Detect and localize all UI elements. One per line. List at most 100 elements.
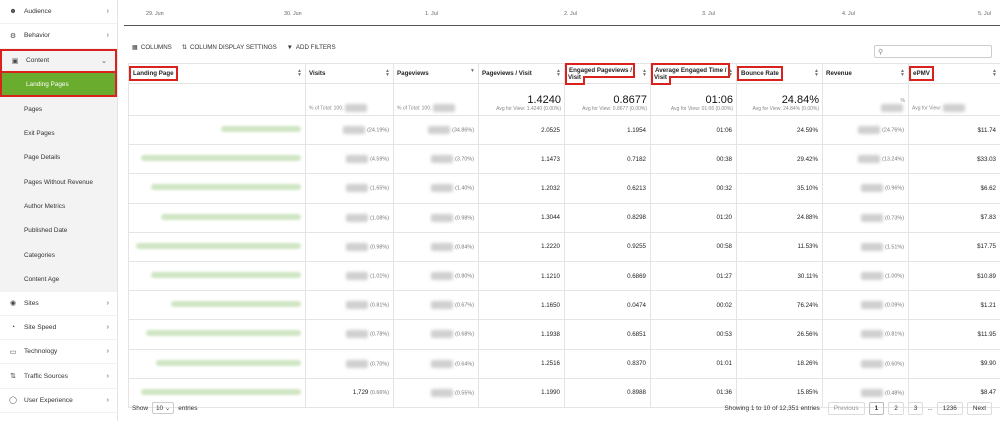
visits-cell: (0.81%) (305, 290, 394, 321)
redacted-url[interactable] (221, 126, 301, 133)
table-row[interactable]: (0.81%) (0.67%) 1.1650 0.0474 00:02 76.24% (0.… (128, 290, 1000, 321)
column-header-average-engaged-time[interactable]: Average Engaged Time / Visit ▲ ▼ (650, 62, 737, 85)
redacted-value (431, 301, 454, 310)
table-body: (24.19%) (34.86%) 2.0525 1.1954 01:06 24.59% (… (128, 114, 1000, 408)
sidebar-subitem-author-metrics[interactable]: Author Metrics (0, 194, 117, 219)
bounce-rate-value: 29.42% (797, 155, 818, 163)
timeline-label: 29. Jun (146, 11, 164, 17)
sidebar-subitem-page-details[interactable]: Page Details (0, 145, 117, 171)
engaged-time-cell: 00:32 (650, 173, 737, 204)
entries-select[interactable]: 10 ⌄ (152, 402, 175, 414)
sidebar: ☻ Audience › ⚙ Behavior › ▣ Content ⌄ La… (0, 0, 118, 421)
column-header-revenue[interactable]: Revenue ▲ ▼ (822, 63, 909, 84)
redacted-url[interactable] (141, 388, 301, 395)
redacted-url[interactable] (161, 213, 301, 220)
header-label: Landing Page (129, 66, 178, 81)
redacted-url[interactable] (141, 155, 301, 162)
entries-label: entries (178, 404, 198, 412)
sidebar-subitem-content-age[interactable]: Content Age (0, 267, 117, 292)
table-row[interactable]: (1.65%) (1.40%) 1.2032 0.6213 00:32 35.10% (0.… (128, 173, 1000, 204)
pagination: Showing 1 to 10 of 12,351 entries Previo… (725, 401, 992, 415)
header-label: Engaged Pageviews / Visit (565, 62, 635, 85)
sidebar-item-behavior[interactable]: ⚙ Behavior › (0, 24, 117, 49)
redacted-value (861, 242, 884, 251)
bounce-rate-value: 18.26% (797, 360, 818, 368)
page-button[interactable]: 1 (868, 401, 885, 415)
landing-page-cell[interactable] (128, 319, 306, 350)
redacted-url[interactable] (151, 272, 301, 279)
header-label: Pageviews / Visit (482, 70, 532, 77)
column-header-pageviews-per-visit[interactable]: Pageviews / Visit ▲ ▼ (478, 63, 565, 84)
column-header-bounce-rate[interactable]: Bounce Rate ▲ ▼ (736, 63, 823, 84)
landing-page-cell[interactable] (128, 202, 306, 233)
sidebar-item-audience[interactable]: ☻ Audience › (0, 0, 117, 25)
table-row[interactable]: (1.08%) (0.98%) 1.3044 0.8298 01:20 24.88% (0.… (128, 202, 1000, 233)
sidebar-item-label: Traffic Sources (24, 372, 68, 380)
column-header-pageviews[interactable]: Pageviews ▼ (393, 63, 479, 84)
search-input[interactable]: ⚲ (874, 45, 992, 58)
table-row[interactable]: (24.19%) (34.86%) 2.0525 1.1954 01:06 24.59% (… (128, 114, 1000, 146)
previous-button[interactable]: Previous (827, 401, 865, 415)
sidebar-subitem-exit-pages[interactable]: Exit Pages (0, 121, 117, 146)
sidebar-item-content[interactable]: ▣ Content ⌄ (0, 48, 117, 73)
redacted-value (432, 104, 455, 112)
landing-page-cell[interactable] (128, 231, 306, 262)
bounce-rate-value: 35.10% (797, 184, 818, 192)
column-header-landing-page[interactable]: Landing Page ▲ ▼ (128, 63, 306, 84)
visits-cell: (24.19%) (305, 114, 394, 146)
sidebar-subitem-categories[interactable]: Categories (0, 242, 117, 268)
table-row[interactable]: (0.98%) (0.84%) 1.2220 0.9255 00:58 11.53% (1.… (128, 231, 1000, 262)
sidebar-subitem-landing-pages[interactable]: Landing Pages (0, 72, 117, 98)
sidebar-item-traffic-sources[interactable]: ⇅ Traffic Sources › (0, 364, 117, 389)
redacted-value (431, 330, 454, 339)
landing-page-cell[interactable] (128, 114, 306, 146)
column-header-epmv[interactable]: ePMV ▲ ▼ (908, 63, 1000, 84)
sidebar-item-technology[interactable]: ▭ Technology › (0, 340, 117, 365)
column-display-settings-button[interactable]: ⇅ COLUMN DISPLAY SETTINGS (182, 44, 277, 51)
chevron-right-icon: › (106, 324, 109, 331)
landing-page-cell[interactable] (128, 144, 306, 175)
sidebar-subitem-pages[interactable]: Pages (0, 97, 117, 122)
table-row[interactable]: (0.78%) (0.68%) 1.1938 0.6851 00:53 26.56% (0.… (128, 319, 1000, 350)
column-header-visits[interactable]: Visits ▲ ▼ (305, 63, 394, 84)
engaged-time-cell: 00:58 (650, 231, 737, 262)
redacted-url[interactable] (171, 301, 301, 308)
columns-button[interactable]: ▦ COLUMNS (132, 44, 172, 51)
pageviews-per-visit-cell: 1.2220 (478, 231, 565, 262)
landing-page-cell[interactable] (128, 260, 306, 292)
landing-page-cell[interactable] (128, 348, 306, 379)
visits-cell: (1.08%) (305, 202, 394, 233)
redacted-url[interactable] (151, 184, 301, 191)
redacted-url[interactable] (136, 242, 301, 249)
sort-icon: ▲ ▼ (556, 68, 561, 78)
summary-note: Avg for View: 01:06 (0.00%) (670, 106, 733, 112)
table-row[interactable]: (4.59%) (3.70%) 1.1473 0.7182 00:38 29.42% (13… (128, 144, 1000, 175)
sidebar-subitem-pages-without-revenue[interactable]: Pages Without Revenue (0, 170, 117, 195)
page-button[interactable]: 1236 (936, 401, 963, 415)
redacted-url[interactable] (156, 359, 301, 366)
sidebar-item-label: Content (26, 57, 50, 65)
sidebar-item-site-speed[interactable]: ◔ Site Speed › (0, 316, 117, 341)
epmv-value: $11.95 (977, 330, 996, 338)
visits-percent: (0.66%) (370, 390, 389, 397)
sidebar-item-user-experience[interactable]: ◯ User Experience › (0, 389, 117, 414)
visits-cell: (0.78%) (305, 319, 394, 350)
landing-page-cell[interactable] (128, 290, 306, 321)
landing-page-cell[interactable] (128, 173, 306, 204)
pageviews-percent: (0.55%) (455, 390, 474, 397)
table-row[interactable]: (0.70%) (0.64%) 1.2516 0.8370 01:01 18.26% (0.… (128, 348, 1000, 379)
column-header-engaged-pageviews-per-visit[interactable]: Engaged Pageviews / Visit ▲ ▼ (564, 62, 651, 85)
add-filters-button[interactable]: ▼ ADD FILTERS (287, 44, 336, 51)
visits-percent: (1.65%) (370, 186, 389, 193)
page-button[interactable]: 2 (888, 401, 904, 415)
sidebar-subitem-published-date[interactable]: Published Date (0, 218, 117, 243)
summary-cell: Avg for View: (908, 83, 1000, 116)
redacted-url[interactable] (146, 330, 301, 337)
sidebar-item-sites[interactable]: ◉ Sites › (0, 292, 117, 316)
bounce-rate-cell: 18.26% (736, 348, 823, 379)
table-row[interactable]: (1.01%) (0.80%) 1.1210 0.6869 01:27 30.11% (1.… (128, 260, 1000, 292)
sort-icon: ▲ ▼ (728, 68, 733, 78)
page-button[interactable]: 3 (907, 401, 924, 415)
engaged-pageviews-cell: 1.1954 (564, 114, 651, 146)
next-button[interactable]: Next (966, 401, 992, 415)
